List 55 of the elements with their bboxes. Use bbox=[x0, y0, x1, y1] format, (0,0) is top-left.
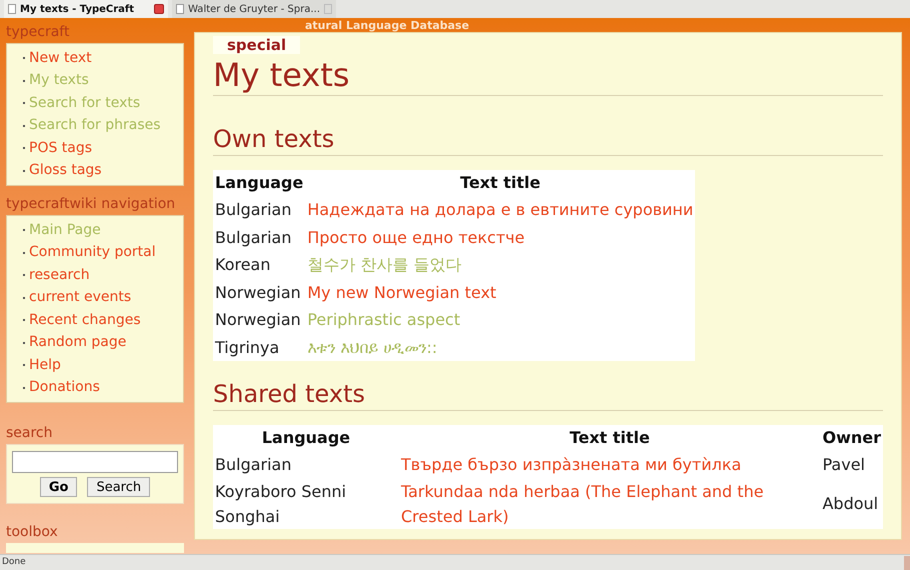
column-header: Owner bbox=[820, 425, 883, 451]
column-header: Language bbox=[213, 425, 399, 451]
sidebar-link[interactable]: research bbox=[29, 264, 90, 286]
sidebar-link[interactable]: New text bbox=[29, 48, 92, 69]
sidebar-link[interactable]: My texts bbox=[29, 70, 89, 92]
sidebar-link[interactable]: Donations bbox=[29, 377, 100, 398]
sidebar-link[interactable]: POS tags bbox=[29, 138, 92, 159]
resize-grip-icon bbox=[904, 556, 910, 570]
text-link[interactable]: Просто още едно текстче bbox=[307, 224, 694, 250]
table-cell: Pavel bbox=[820, 451, 883, 478]
sidebar-link[interactable]: Community portal bbox=[29, 242, 156, 264]
text-link[interactable]: Надеждата на долара е в евтините суровини bbox=[307, 197, 694, 222]
column-header: Language bbox=[213, 170, 306, 196]
text-link[interactable]: Periphrastic aspect bbox=[307, 307, 694, 332]
text-link[interactable]: My new Norwegian text bbox=[307, 280, 694, 305]
section-heading: Own texts bbox=[213, 124, 883, 156]
table-cell: Tigrinya bbox=[213, 334, 306, 361]
table-cell: Bulgarian bbox=[213, 451, 399, 478]
sidebar-link[interactable]: current events bbox=[29, 287, 132, 308]
sidebar-link[interactable]: Random page bbox=[29, 332, 126, 354]
page-icon bbox=[8, 4, 16, 14]
table-cell: Koyraboro Senni Songhai bbox=[213, 478, 399, 528]
portlet-title: typecraft bbox=[5, 23, 70, 42]
table-cell: Abdoul bbox=[820, 478, 883, 528]
browser-tab[interactable]: Walter de Gruyter - Spra... bbox=[172, 0, 336, 18]
table-cell: Norwegian bbox=[213, 278, 306, 306]
table-cell: Korean bbox=[213, 251, 306, 278]
column-header: Text title bbox=[305, 170, 696, 196]
sidebar-link[interactable]: Search for phrases bbox=[29, 115, 161, 136]
section-heading: Shared texts bbox=[213, 379, 883, 411]
site-tagline: atural Language Database bbox=[305, 19, 470, 32]
page-title: My texts bbox=[213, 57, 883, 96]
go-button[interactable]: Go bbox=[40, 477, 78, 497]
search-button[interactable]: Search bbox=[87, 477, 150, 497]
column-header: Text title bbox=[399, 425, 820, 451]
search-field[interactable] bbox=[12, 451, 178, 473]
browser-tab[interactable]: My texts - TypeCraft bbox=[4, 0, 168, 18]
portlet-title: search bbox=[5, 424, 54, 443]
text-link[interactable]: 철수가 찬사를 들었다 bbox=[307, 252, 694, 278]
sidebar-link[interactable]: Help bbox=[29, 354, 61, 376]
table-cell: Bulgarian bbox=[213, 224, 306, 251]
status-text: Done bbox=[2, 556, 26, 569]
text-link[interactable]: Твърде бързо изпрàзнената ми бутѝлка bbox=[401, 452, 818, 478]
table-cell: Bulgarian bbox=[213, 196, 306, 224]
page-icon bbox=[176, 4, 184, 14]
sidebar-link[interactable]: Main Page bbox=[29, 220, 101, 241]
portlet-title: typecraftwiki navigation bbox=[5, 195, 176, 214]
text-link[interactable]: Tarkundaa nda herbaa (The Elephant and the Crested Lark) bbox=[401, 478, 818, 528]
portlet-title: toolbox bbox=[5, 523, 59, 542]
special-tab[interactable]: special bbox=[213, 36, 300, 54]
table-cell: Norwegian bbox=[213, 306, 306, 334]
sidebar-link[interactable]: Gloss tags bbox=[29, 160, 102, 182]
sidebar-link[interactable]: Search for texts bbox=[29, 92, 140, 114]
sidebar-link[interactable]: Recent changes bbox=[29, 310, 141, 331]
text-link[interactable]: እቱን እህበይ ሀዲመን:: bbox=[307, 334, 694, 360]
